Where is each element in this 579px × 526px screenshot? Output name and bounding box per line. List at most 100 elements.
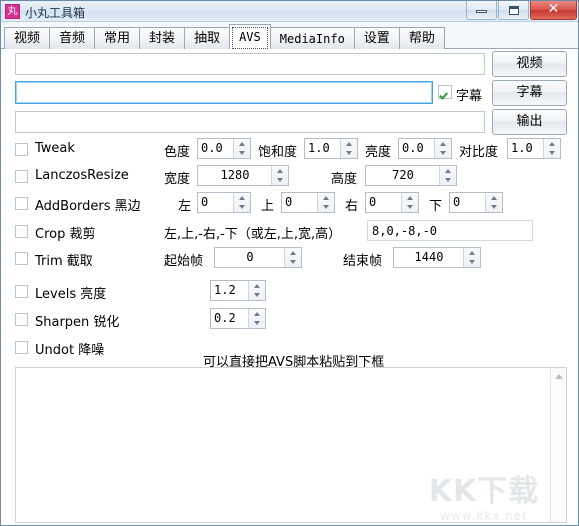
- crop-value-input[interactable]: [367, 220, 533, 241]
- window-controls: ✕: [465, 1, 577, 20]
- brightness-spinner-buttons[interactable]: [434, 139, 451, 158]
- width-spinner-buttons[interactable]: [271, 166, 288, 185]
- height-spinner[interactable]: 720: [365, 165, 457, 186]
- chevron-down-icon: [407, 205, 413, 209]
- border-right-spinner-buttons[interactable]: [401, 193, 418, 212]
- subtitle-browse-button[interactable]: 字幕: [492, 80, 567, 106]
- chevron-up-icon: [407, 196, 413, 200]
- brightness-spinner-down[interactable]: [435, 149, 451, 159]
- subtitle-checkbox-label: 字幕: [456, 89, 483, 104]
- brightness-spinner-up[interactable]: [435, 139, 451, 149]
- trim-checkbox[interactable]: [15, 252, 28, 265]
- sharpen-spinner-up[interactable]: [249, 309, 265, 319]
- chevron-down-icon: [277, 178, 283, 182]
- height-spinner-down[interactable]: [440, 176, 456, 186]
- tab-mediainfo[interactable]: MediaInfo: [269, 27, 355, 49]
- saturation-spinner-up[interactable]: [341, 139, 357, 149]
- crop-checkbox[interactable]: [15, 225, 28, 238]
- lanczosresize-label: LanczosResize: [35, 168, 129, 183]
- border-left-spinner-down[interactable]: [234, 203, 250, 213]
- tab-video[interactable]: 视频: [4, 27, 51, 49]
- end-frame-spinner-up[interactable]: [464, 248, 480, 258]
- chevron-down-icon: [346, 151, 352, 155]
- start-frame-spinner[interactable]: 0: [214, 247, 302, 268]
- sharpen-spinner-buttons[interactable]: [248, 309, 265, 328]
- application-window: 丸 小丸工具箱 ✕ 视频 音频 常用 封装 抽取 AVS MediaInfo 设…: [0, 0, 579, 526]
- script-scrollbar[interactable]: [550, 368, 566, 522]
- border-left-spinner-buttons[interactable]: [233, 193, 250, 212]
- subtitle-checkbox[interactable]: [438, 85, 452, 99]
- chevron-down-icon: [469, 260, 475, 264]
- tab-common[interactable]: 常用: [94, 27, 141, 49]
- width-spinner[interactable]: 1280: [197, 165, 289, 186]
- height-spinner-up[interactable]: [440, 166, 456, 176]
- saturation-spinner[interactable]: 1.0: [304, 138, 358, 159]
- border-right-spinner-up[interactable]: [402, 193, 418, 203]
- height-spinner-buttons[interactable]: [439, 166, 456, 185]
- close-button[interactable]: ✕: [530, 1, 577, 20]
- video-browse-button[interactable]: 视频: [492, 51, 567, 77]
- minimize-button[interactable]: [466, 1, 497, 20]
- border-left-spinner[interactable]: 0: [197, 192, 251, 213]
- contrast-spinner-up[interactable]: [544, 139, 560, 149]
- border-bottom-spinner-up[interactable]: [486, 193, 502, 203]
- levels-spinner-buttons[interactable]: [248, 281, 265, 300]
- border-bottom-spinner[interactable]: 0: [449, 192, 503, 213]
- start-frame-spinner-up[interactable]: [285, 248, 301, 258]
- hue-spinner-down[interactable]: [234, 149, 250, 159]
- levels-checkbox[interactable]: [15, 285, 28, 298]
- border-top-spinner-buttons[interactable]: [317, 193, 334, 212]
- maximize-button[interactable]: [498, 1, 529, 20]
- scrollbar-up-button[interactable]: [551, 368, 566, 383]
- end-frame-spinner-buttons[interactable]: [463, 248, 480, 267]
- tab-settings[interactable]: 设置: [353, 27, 400, 49]
- sharpen-value: 0.2: [214, 311, 236, 325]
- end-frame-spinner-down[interactable]: [464, 258, 480, 268]
- start-frame-spinner-down[interactable]: [285, 258, 301, 268]
- levels-spinner[interactable]: 1.2: [210, 280, 266, 301]
- contrast-spinner-down[interactable]: [544, 149, 560, 159]
- border-right-spinner-down[interactable]: [402, 203, 418, 213]
- hue-spinner-buttons[interactable]: [233, 139, 250, 158]
- chevron-up-icon: [549, 142, 555, 146]
- crop-label: Crop 裁剪: [35, 227, 96, 242]
- lanczosresize-checkbox[interactable]: [15, 170, 28, 183]
- sharpen-spinner-down[interactable]: [249, 319, 265, 329]
- video-path-input[interactable]: [15, 53, 485, 75]
- border-top-spinner[interactable]: 0: [281, 192, 335, 213]
- avs-script-area[interactable]: [15, 367, 567, 523]
- tab-audio[interactable]: 音频: [49, 27, 96, 49]
- hue-spinner[interactable]: 0.0: [197, 138, 251, 159]
- chevron-down-icon: [323, 205, 329, 209]
- border-bottom-spinner-down[interactable]: [486, 203, 502, 213]
- output-path-input[interactable]: [15, 111, 485, 133]
- tweak-checkbox[interactable]: [15, 143, 28, 156]
- border-right-spinner[interactable]: 0: [365, 192, 419, 213]
- border-left-spinner-up[interactable]: [234, 193, 250, 203]
- saturation-spinner-buttons[interactable]: [340, 139, 357, 158]
- tab-mux[interactable]: 封装: [139, 27, 186, 49]
- start-frame-spinner-buttons[interactable]: [284, 248, 301, 267]
- subtitle-path-input[interactable]: [15, 81, 433, 104]
- output-browse-button[interactable]: 输出: [492, 109, 567, 135]
- levels-spinner-down[interactable]: [249, 291, 265, 301]
- sharpen-checkbox[interactable]: [15, 313, 28, 326]
- sharpen-spinner[interactable]: 0.2: [210, 308, 266, 329]
- end-frame-spinner[interactable]: 1440: [393, 247, 481, 268]
- border-bottom-spinner-buttons[interactable]: [485, 193, 502, 212]
- saturation-spinner-down[interactable]: [341, 149, 357, 159]
- width-spinner-up[interactable]: [272, 166, 288, 176]
- brightness-spinner[interactable]: 0.0: [398, 138, 452, 159]
- addborders-checkbox[interactable]: [15, 197, 28, 210]
- border-top-spinner-down[interactable]: [318, 203, 334, 213]
- undot-checkbox[interactable]: [15, 341, 28, 354]
- width-spinner-down[interactable]: [272, 176, 288, 186]
- contrast-spinner[interactable]: 1.0: [507, 138, 561, 159]
- tab-extract[interactable]: 抽取: [184, 27, 231, 49]
- hue-spinner-up[interactable]: [234, 139, 250, 149]
- tab-help[interactable]: 帮助: [398, 27, 445, 49]
- tab-avs[interactable]: AVS: [229, 24, 271, 49]
- contrast-spinner-buttons[interactable]: [543, 139, 560, 158]
- levels-spinner-up[interactable]: [249, 281, 265, 291]
- border-top-spinner-up[interactable]: [318, 193, 334, 203]
